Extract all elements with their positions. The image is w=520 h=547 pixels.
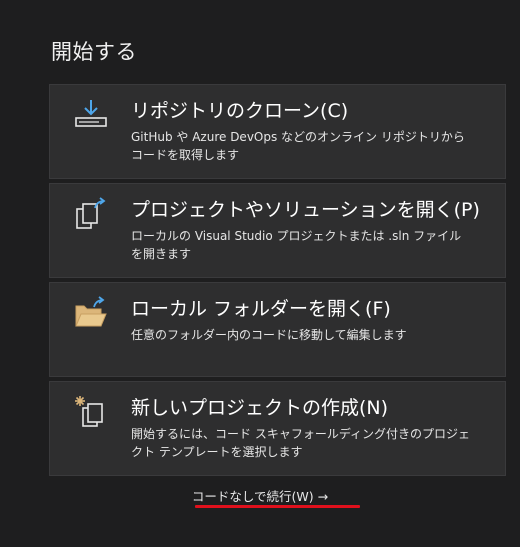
continue-without-code-link[interactable]: コードなしで続行(W) → (0, 486, 520, 505)
clone-repository-button[interactable]: リポジトリのクローン(C) GitHub や Azure DevOps などのオ… (49, 84, 506, 179)
create-project-description: 開始するには、コード スキャフォールディング付きのプロジェクト テンプレートを選… (131, 427, 470, 459)
page-title: 開始する (51, 40, 137, 64)
open-project-button[interactable]: プロジェクトやソリューションを開く(P) ローカルの Visual Studio… (49, 183, 506, 278)
open-folder-icon (75, 296, 107, 327)
open-project-description: ローカルの Visual Studio プロジェクトまたは .sln ファイルを… (131, 229, 462, 261)
open-project-icon (76, 197, 106, 229)
clone-repository-title: リポジトリのクローン(C) (131, 100, 349, 122)
open-folder-title: ローカル フォルダーを開く(F) (131, 298, 391, 320)
highlight-underline (195, 505, 360, 508)
open-folder-description: 任意のフォルダー内のコードに移動して編集します (131, 328, 407, 342)
create-project-title: 新しいプロジェクトの作成(N) (131, 397, 389, 419)
clone-repository-description: GitHub や Azure DevOps などのオンライン リポジトリからコー… (131, 130, 465, 162)
open-folder-button[interactable]: ローカル フォルダーを開く(F) 任意のフォルダー内のコードに移動して編集します (49, 282, 506, 377)
start-window: 開始する リポジトリのクローン(C) GitHub や Azure DevOps… (0, 0, 520, 547)
open-project-title: プロジェクトやソリューションを開く(P) (131, 199, 480, 221)
new-project-icon (75, 396, 103, 427)
download-icon (75, 100, 107, 127)
create-project-button[interactable]: 新しいプロジェクトの作成(N) 開始するには、コード スキャフォールディング付き… (49, 381, 506, 476)
